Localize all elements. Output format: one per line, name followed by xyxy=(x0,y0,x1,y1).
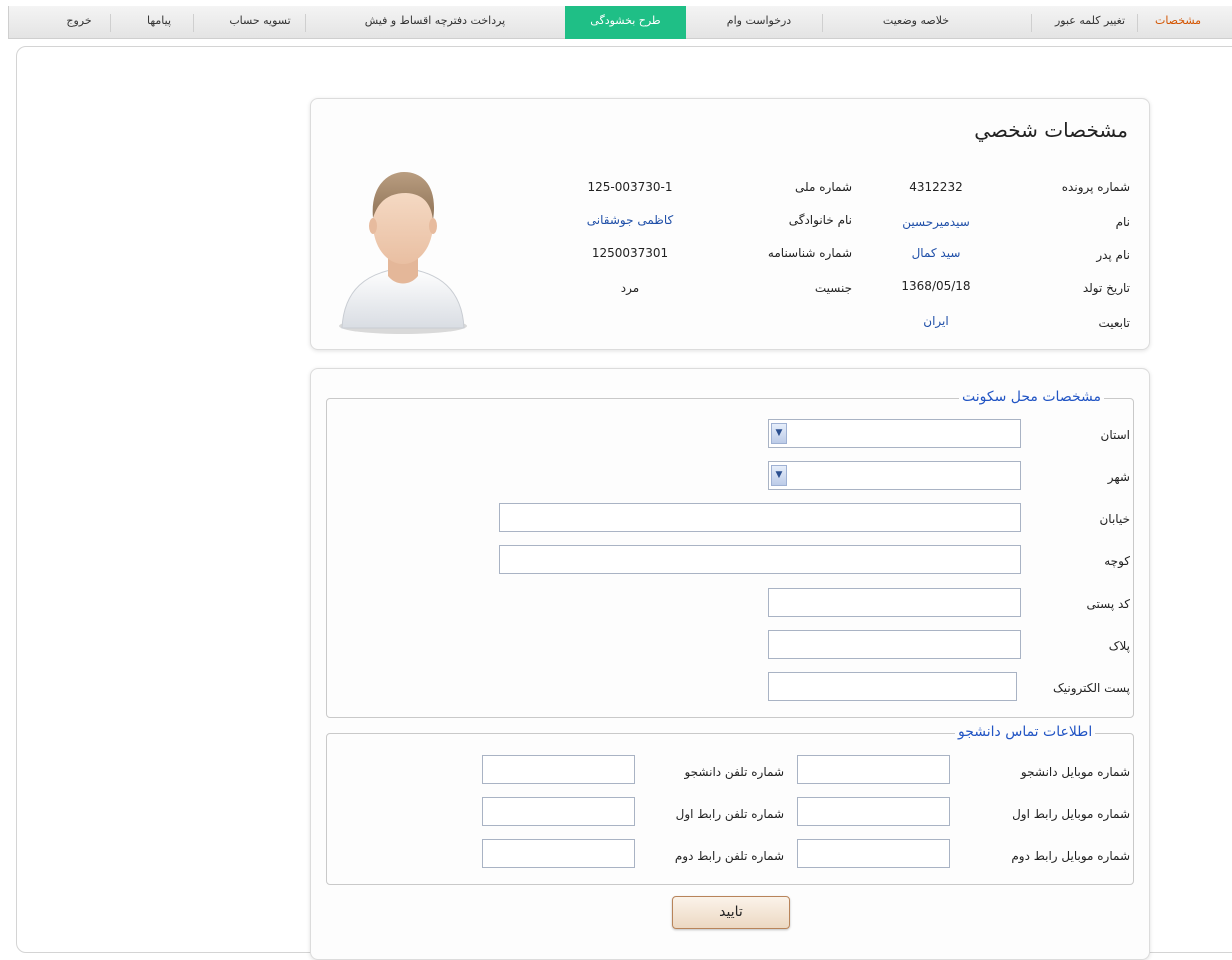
nav-logout[interactable]: خروج xyxy=(53,6,105,39)
nav-forgiveness-plan[interactable]: طرح بخشودگی xyxy=(565,6,686,39)
email-label: پست الکترونیک xyxy=(1053,681,1130,695)
city-label: شهر xyxy=(1107,470,1130,484)
student-mobile-input[interactable] xyxy=(797,755,950,784)
contact1-phone-label: شماره تلفن رابط اول xyxy=(675,807,784,821)
province-select[interactable]: ▼ xyxy=(768,419,1021,448)
nav-messages[interactable]: پیامها xyxy=(135,6,183,39)
street-label: خیابان xyxy=(1099,512,1130,526)
chevron-down-icon[interactable]: ▼ xyxy=(771,423,787,444)
chevron-down-icon[interactable]: ▼ xyxy=(771,465,787,486)
residence-legend: مشخصات محل سکونت xyxy=(959,389,1104,405)
postal-code-input[interactable] xyxy=(768,588,1021,617)
contact2-mobile-label: شماره موبایل رابط دوم xyxy=(1011,849,1130,863)
nav-settlement[interactable]: تسویه حساب xyxy=(219,6,301,39)
contact1-mobile-input[interactable] xyxy=(797,797,950,826)
gender-label: جنسیت xyxy=(814,281,852,295)
email-input[interactable] xyxy=(768,672,1017,701)
top-nav: مشخصات تغییر کلمه عبور خلاصه وضعیت درخوا… xyxy=(8,6,1232,39)
postal-code-label: کد پستی xyxy=(1086,597,1131,611)
avatar xyxy=(336,160,470,336)
student-mobile-label: شماره موبایل دانشجو xyxy=(1020,765,1130,779)
student-phone-label: شماره تلفن دانشجو xyxy=(684,765,784,779)
contact1-mobile-label: شماره موبایل رابط اول xyxy=(1012,807,1130,821)
nav-separator xyxy=(193,14,194,32)
contact-legend: اطلاعات تماس دانشجو xyxy=(955,724,1096,740)
nav-separator xyxy=(1137,14,1138,32)
last-name-label: نام خانوادگی xyxy=(788,213,852,227)
id-number-label: شماره شناسنامه xyxy=(767,246,852,260)
file-number-value: 4312232 xyxy=(909,180,963,194)
nav-loan-request[interactable]: درخواست وام xyxy=(717,6,801,39)
student-phone-input[interactable] xyxy=(482,755,635,784)
birth-date-value: 1368/05/18 xyxy=(901,279,971,293)
nav-separator xyxy=(110,14,111,32)
nationality-value: ایران xyxy=(923,314,949,328)
file-number-label: شماره پرونده xyxy=(1061,180,1130,194)
submit-button[interactable]: تایید xyxy=(672,896,790,929)
nav-installment-payment[interactable]: پرداخت دفترچه اقساط و فیش xyxy=(345,6,525,39)
father-name-label: نام پدر xyxy=(1096,248,1130,262)
first-name-value: سیدمیرحسین xyxy=(902,215,970,229)
first-name-label: نام xyxy=(1115,215,1130,229)
nav-profile[interactable]: مشخصات xyxy=(1147,6,1209,39)
national-id-label: شماره ملی xyxy=(795,180,852,194)
last-name-value: کاظمی جوشقانی xyxy=(586,213,674,227)
father-name-value: سید کمال xyxy=(911,246,961,260)
province-label: استان xyxy=(1100,428,1130,442)
alley-label: کوچه xyxy=(1104,554,1130,568)
nav-change-password[interactable]: تغییر کلمه عبور xyxy=(1043,6,1137,39)
contact2-phone-label: شماره تلفن رابط دوم xyxy=(674,849,784,863)
contact2-phone-input[interactable] xyxy=(482,839,635,868)
nav-separator xyxy=(1031,14,1032,32)
street-input[interactable] xyxy=(499,503,1021,532)
contact1-phone-input[interactable] xyxy=(482,797,635,826)
id-number-value: 1250037301 xyxy=(591,246,669,260)
contact2-mobile-input[interactable] xyxy=(797,839,950,868)
plaque-input[interactable] xyxy=(768,630,1021,659)
national-id-value: 125-003730-1 xyxy=(587,180,673,194)
nav-separator xyxy=(822,14,823,32)
gender-value: مرد xyxy=(620,281,640,295)
alley-input[interactable] xyxy=(499,545,1021,574)
avatar-person-icon xyxy=(339,172,467,334)
nav-separator xyxy=(305,14,306,32)
city-select[interactable]: ▼ xyxy=(768,461,1021,490)
nav-status-summary[interactable]: خلاصه وضعیت xyxy=(871,6,961,39)
nationality-label: تابعیت xyxy=(1098,316,1130,330)
birth-date-label: تاریخ تولد xyxy=(1082,281,1130,295)
page-title: مشخصات شخصي xyxy=(974,118,1128,142)
plaque-label: پلاک xyxy=(1108,639,1130,653)
